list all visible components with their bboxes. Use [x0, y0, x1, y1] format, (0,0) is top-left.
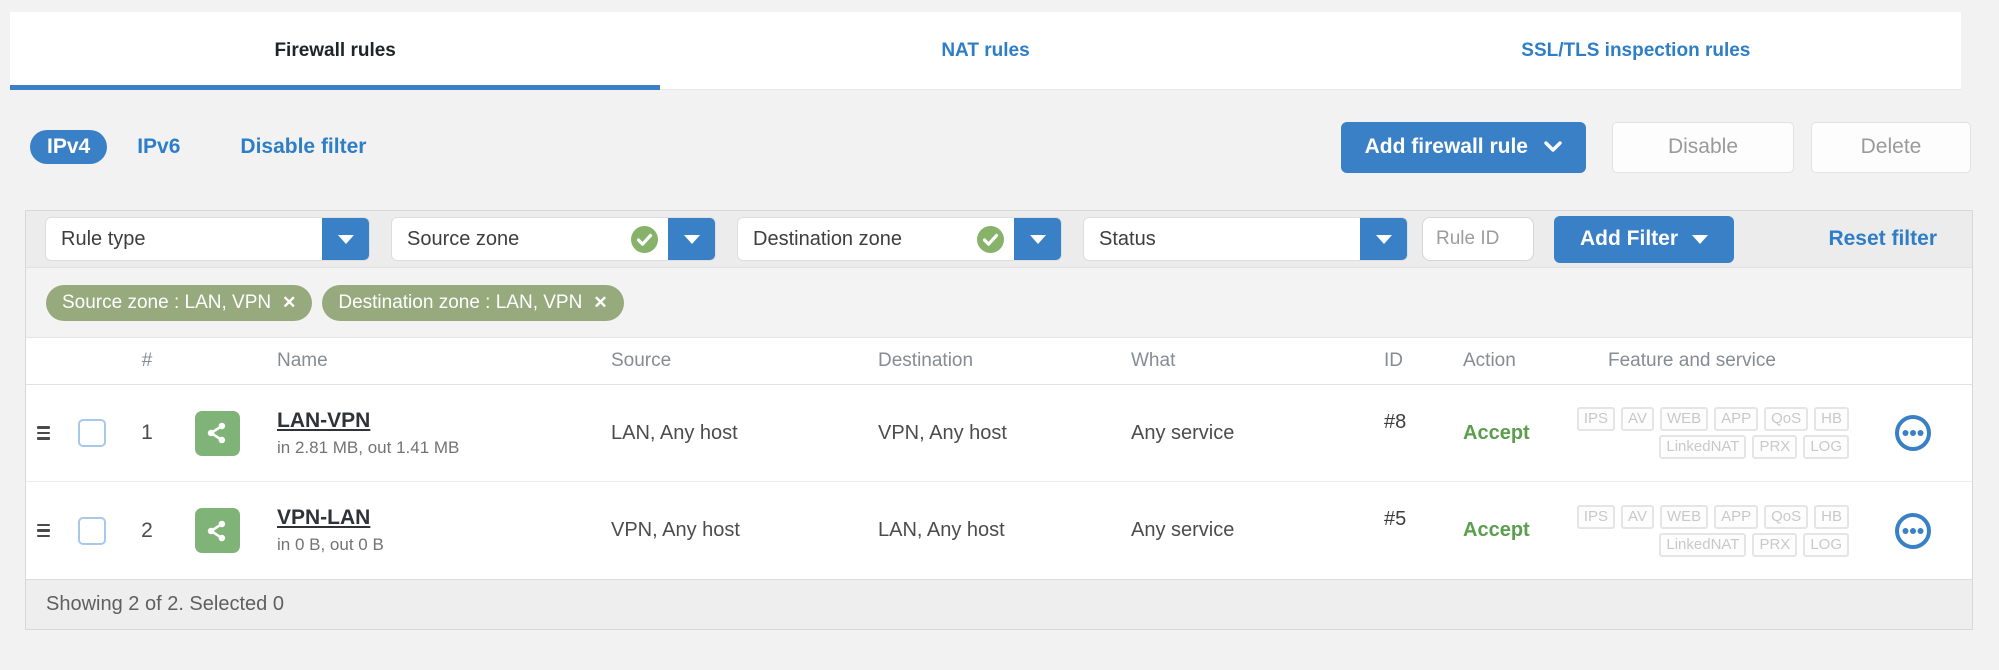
feature-badges: IPS AV WEB APP QoS HB LinkedNAT PRX LOG [1563, 504, 1894, 557]
destination-zone-label: Destination zone [753, 227, 902, 250]
rule-name-link[interactable]: VPN-LAN [277, 506, 370, 530]
ellipsis-menu-icon[interactable] [1894, 512, 1932, 550]
header-destination: Destination [878, 350, 974, 371]
tab-bar: Firewall rules NAT rules SSL/TLS inspect… [10, 12, 1961, 90]
badge-hb: HB [1814, 504, 1849, 529]
close-icon[interactable]: ✕ [282, 294, 296, 311]
rule-type-label: Rule type [61, 227, 146, 250]
badge-app: APP [1714, 407, 1759, 431]
check-circle-icon [631, 225, 658, 253]
rule-destination: LAN, Any host [878, 519, 1005, 541]
rule-what: Any service [1131, 421, 1235, 444]
status-dropdown[interactable]: Status [1083, 217, 1408, 261]
badge-linkednat: LinkedNAT [1659, 532, 1747, 557]
tab-nat-rules[interactable]: NAT rules [660, 12, 1310, 89]
badge-av: AV [1621, 407, 1654, 431]
rule-position: 1 [141, 421, 153, 444]
chevron-down-icon[interactable] [668, 218, 715, 260]
chevron-down-icon [1692, 234, 1708, 244]
ellipsis-menu-icon[interactable] [1894, 414, 1932, 452]
badge-qos: QoS [1764, 407, 1809, 431]
disable-button[interactable]: Disable [1612, 121, 1794, 173]
badge-prx: PRX [1752, 435, 1798, 459]
table-row: 1 LAN-VPN in 2.81 MB, out 1.41 MB LAN, A… [26, 385, 1972, 482]
badge-prx: PRX [1752, 532, 1798, 557]
tab-ssl-tls-inspection-rules[interactable]: SSL/TLS inspection rules [1311, 12, 1961, 89]
badge-ips: IPS [1576, 504, 1616, 529]
badge-qos: QoS [1764, 504, 1809, 529]
rule-source: LAN, Any host [611, 421, 738, 444]
rule-action: Accept [1463, 421, 1530, 444]
header-action: Action [1463, 350, 1516, 371]
badge-app: APP [1714, 504, 1759, 529]
add-filter-label: Add Filter [1580, 227, 1678, 250]
badge-log: LOG [1803, 435, 1849, 459]
rule-name-link[interactable]: LAN-VPN [277, 409, 370, 433]
drag-handle-icon[interactable] [37, 426, 50, 440]
filter-chip-source-zone[interactable]: Source zone : LAN, VPN ✕ [46, 284, 313, 321]
filter-chip-label: Source zone : LAN, VPN [62, 291, 272, 313]
row-checkbox[interactable] [78, 516, 106, 545]
header-source: Source [611, 350, 672, 371]
rule-id: #5 [1384, 508, 1407, 530]
header-name: Name [277, 350, 328, 371]
header-id: ID [1384, 350, 1403, 371]
badge-hb: HB [1814, 407, 1849, 431]
active-filter-chips: Source zone : LAN, VPN ✕ Destination zon… [26, 268, 1972, 338]
rule-id: #8 [1384, 411, 1407, 433]
drag-handle-icon[interactable] [37, 523, 50, 538]
header-number: # [141, 350, 153, 371]
close-icon[interactable]: ✕ [593, 294, 607, 311]
chevron-down-icon[interactable] [1360, 218, 1407, 260]
row-count-summary: Showing 2 of 2. Selected 0 [46, 593, 284, 615]
badge-linkednat: LinkedNAT [1659, 435, 1747, 459]
table-row: 2 VPN-LAN in 0 B, out 0 B VPN, Any host … [26, 482, 1972, 579]
rule-type-dropdown[interactable]: Rule type [45, 217, 370, 261]
ipv4-toggle[interactable]: IPv4 [30, 130, 108, 164]
row-checkbox[interactable] [78, 419, 106, 447]
feature-badges: IPS AV WEB APP QoS HB LinkedNAT PRX LOG [1563, 407, 1894, 459]
chevron-down-icon[interactable] [1014, 218, 1061, 260]
rule-source: VPN, Any host [611, 519, 740, 541]
source-zone-dropdown[interactable]: Source zone [391, 217, 716, 261]
rule-what: Any service [1131, 519, 1235, 541]
add-firewall-rule-button[interactable]: Add firewall rule [1340, 121, 1586, 173]
rule-id-input[interactable] [1422, 217, 1534, 261]
add-filter-button[interactable]: Add Filter [1554, 215, 1734, 263]
disable-filter-link[interactable]: Disable filter [240, 135, 366, 159]
filter-chip-destination-zone[interactable]: Destination zone : LAN, VPN ✕ [322, 284, 624, 321]
add-firewall-rule-label: Add firewall rule [1364, 135, 1528, 158]
toolbar: IPv4 IPv6 Disable filter Add firewall ru… [0, 116, 1999, 178]
firewall-rules-panel: Rule type Source zone Destination zone S… [25, 210, 1973, 630]
share-icon[interactable] [194, 410, 240, 456]
header-what: What [1131, 350, 1176, 371]
rule-position: 2 [141, 518, 153, 542]
status-label: Status [1099, 227, 1156, 250]
badge-ips: IPS [1576, 407, 1616, 431]
check-circle-icon [977, 225, 1004, 253]
badge-av: AV [1621, 504, 1654, 529]
share-icon[interactable] [194, 508, 240, 553]
chevron-down-icon [1544, 135, 1562, 159]
rule-traffic: in 2.81 MB, out 1.41 MB [277, 437, 460, 457]
chevron-down-icon[interactable] [322, 218, 369, 260]
rule-action: Accept [1463, 519, 1530, 541]
toolbar-actions: Add firewall rule Disable Delete [1340, 121, 1971, 173]
badge-web: WEB [1659, 504, 1709, 529]
table-footer: Showing 2 of 2. Selected 0 [26, 579, 1972, 629]
ipv6-toggle[interactable]: IPv6 [137, 135, 180, 159]
destination-zone-dropdown[interactable]: Destination zone [737, 217, 1062, 261]
table-header-row: # Name Source Destination What ID Action… [26, 338, 1972, 385]
reset-filter-link[interactable]: Reset filter [1828, 227, 1937, 251]
source-zone-label: Source zone [407, 227, 520, 250]
rule-traffic: in 0 B, out 0 B [277, 535, 384, 554]
tab-firewall-rules[interactable]: Firewall rules [10, 12, 661, 90]
rule-destination: VPN, Any host [878, 421, 1007, 444]
delete-button[interactable]: Delete [1811, 121, 1971, 173]
filter-chip-label: Destination zone : LAN, VPN [338, 291, 583, 313]
badge-web: WEB [1659, 407, 1709, 431]
badge-log: LOG [1803, 532, 1849, 557]
header-feature-and-service: Feature and service [1608, 350, 1776, 371]
filter-bar: Rule type Source zone Destination zone S… [26, 211, 1972, 268]
